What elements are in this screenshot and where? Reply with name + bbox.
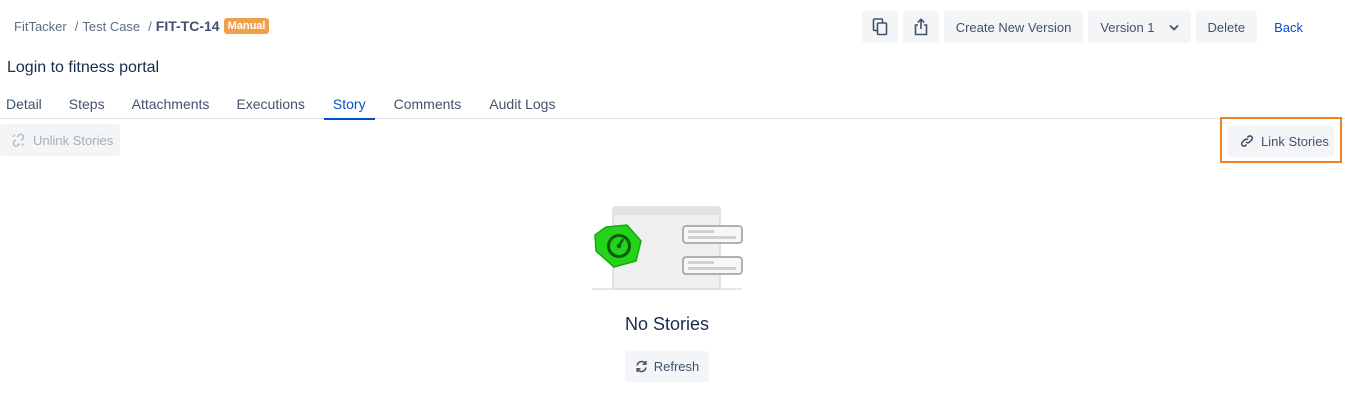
delete-button[interactable]: Delete — [1195, 11, 1258, 43]
empty-stories-illustration — [590, 205, 744, 293]
tab-attachments[interactable]: Attachments — [132, 92, 210, 119]
chevron-down-icon — [1168, 24, 1179, 31]
back-label: Back — [1274, 19, 1303, 35]
tab-steps[interactable]: Steps — [69, 92, 105, 119]
breadcrumb: FitTacker / Test Case / FIT-TC-14 Manual — [14, 18, 270, 34]
breadcrumb-separator: / — [148, 18, 152, 34]
link-stories-label: Link Stories — [1261, 133, 1329, 149]
tab-bar: Detail Steps Attachments Executions Stor… — [0, 92, 1345, 120]
copy-icon — [872, 18, 888, 36]
breadcrumb-project[interactable]: FitTacker — [14, 19, 67, 34]
page-header: FitTacker / Test Case / FIT-TC-14 Manual — [0, 0, 1345, 56]
tab-detail[interactable]: Detail — [6, 92, 42, 119]
unlink-stories-button[interactable]: Unlink Stories — [0, 124, 120, 156]
create-new-version-label: Create New Version — [955, 19, 1072, 35]
breadcrumb-section[interactable]: Test Case — [82, 19, 140, 34]
version-select[interactable]: Version 1 — [1088, 11, 1191, 43]
breadcrumb-key: FIT-TC-14 — [155, 18, 220, 34]
share-icon — [913, 18, 929, 36]
link-stories-highlight: Link Stories — [1220, 117, 1342, 163]
tab-comments[interactable]: Comments — [394, 92, 462, 119]
refresh-icon — [635, 360, 648, 373]
unlink-stories-label: Unlink Stories — [33, 132, 114, 148]
link-icon — [1240, 134, 1254, 148]
refresh-label: Refresh — [653, 359, 700, 374]
back-button[interactable]: Back — [1262, 11, 1315, 43]
page-title: Login to fitness portal — [7, 59, 160, 76]
tab-story[interactable]: Story — [324, 92, 375, 120]
header-actions: Create New Version Version 1 Delete Back — [861, 11, 1315, 43]
copy-button[interactable] — [861, 11, 898, 43]
type-badge: Manual — [223, 18, 270, 34]
unlink-icon — [11, 133, 26, 148]
test-case-page: FitTacker / Test Case / FIT-TC-14 Manual — [0, 0, 1345, 400]
breadcrumb-separator: / — [74, 18, 79, 34]
link-stories-button[interactable]: Link Stories — [1227, 125, 1334, 157]
share-button[interactable] — [902, 11, 939, 43]
delete-label: Delete — [1207, 19, 1246, 35]
version-label: Version 1 — [1100, 19, 1155, 35]
empty-state-title: No Stories — [624, 314, 710, 334]
refresh-button[interactable]: Refresh — [625, 351, 709, 382]
tab-executions[interactable]: Executions — [236, 92, 304, 119]
create-new-version-button[interactable]: Create New Version — [943, 11, 1084, 43]
tab-audit-logs[interactable]: Audit Logs — [489, 92, 555, 119]
